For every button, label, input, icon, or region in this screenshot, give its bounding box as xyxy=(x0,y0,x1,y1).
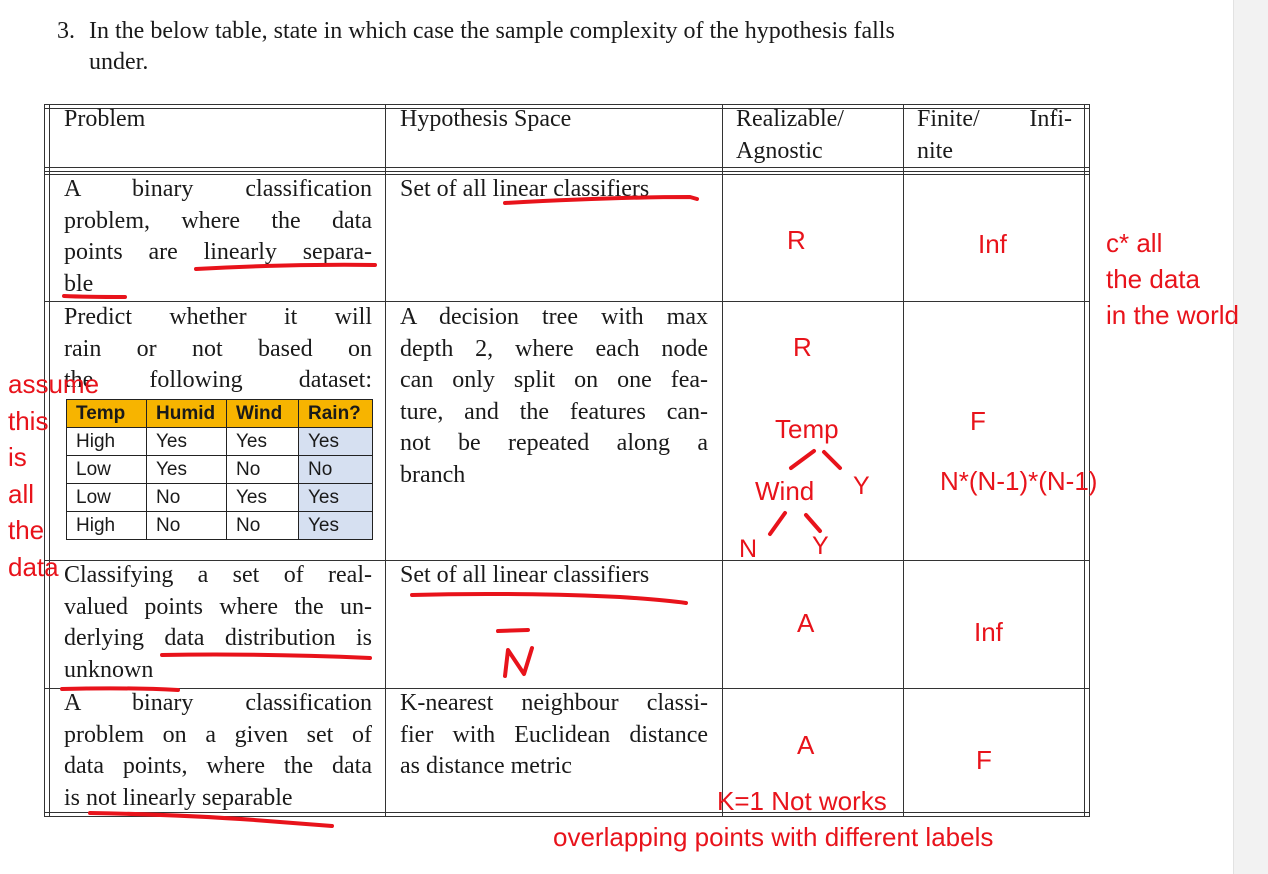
header-realizable: Realizable/ Agnostic xyxy=(736,104,844,167)
dataset-row: Low No Yes Yes xyxy=(66,483,373,512)
row3-problem-l1: Classifying a set of real- xyxy=(64,562,372,588)
header-finite-line2: nite xyxy=(917,137,953,164)
row2-problem-l2: rain or not based on xyxy=(64,335,372,362)
header-problem: Problem xyxy=(64,106,146,132)
dataset-header-wind: Wind xyxy=(226,399,299,428)
dataset-cell: Yes xyxy=(226,427,299,456)
header-hypothesis: Hypothesis Space xyxy=(400,106,572,132)
question-line-2: under. xyxy=(89,49,149,75)
dataset-cell: No xyxy=(146,511,227,540)
row4-problem: A binary classification problem on a giv… xyxy=(64,688,372,814)
left-note-l5: the xyxy=(8,515,45,545)
dataset-cell-label: No xyxy=(298,455,373,484)
dataset-cell: Yes xyxy=(146,455,227,484)
side-note-l2: the data xyxy=(1106,264,1200,294)
row3-hypothesis: Set of all linear classifiers xyxy=(400,560,649,592)
row2-hypothesis-l2: depth 2, where each node xyxy=(400,335,708,362)
header-finite-a: Finite/ xyxy=(917,106,980,132)
dataset-cell-label: Yes xyxy=(298,483,373,512)
tree-child-label: Wind xyxy=(755,476,815,506)
weather-dataset-table: Temp Humid Wind Rain? High Yes Yes Yes L… xyxy=(66,399,373,540)
dataset-row: High Yes Yes Yes xyxy=(66,427,373,456)
left-note-l1: assume xyxy=(8,369,100,399)
header-realizable-line2: Agnostic xyxy=(736,137,823,164)
question-text: 3. In the below table, state in which cas… xyxy=(57,16,1087,78)
row1-problem-l4: ble xyxy=(64,270,94,297)
dataset-cell: Yes xyxy=(226,483,299,512)
row4-answer-realizable: A xyxy=(797,730,815,760)
dataset-header-rain: Rain? xyxy=(298,399,373,428)
side-note-l3: in the world xyxy=(1106,300,1239,330)
left-note-l3: is xyxy=(8,442,27,472)
row4-hypothesis: K-nearest neighbour classi- fier with Eu… xyxy=(400,688,708,783)
row1-hypothesis: Set of all linear classifiers xyxy=(400,174,649,206)
row1-problem-l1: A binary classification xyxy=(64,176,372,202)
row2-hypothesis-l6: branch xyxy=(400,461,466,488)
row2-problem-l1: Predict whether it will xyxy=(64,304,372,330)
row1-hypothesis-l1: Set of all linear classifiers xyxy=(400,176,650,202)
tree-root-label: Temp xyxy=(775,414,839,444)
header-realizable-line1: Realizable/ xyxy=(736,106,844,132)
row4-problem-l1: A binary classification xyxy=(64,690,372,716)
question-number: 3. xyxy=(57,18,75,44)
side-note: c* all the data in the world xyxy=(1106,225,1239,333)
row4-hypothesis-l3: as distance metric xyxy=(400,753,572,779)
row2-answer-realizable: R xyxy=(793,332,812,362)
header-finite-b: Infi- xyxy=(1029,106,1072,132)
dataset-cell: No xyxy=(226,455,299,484)
row1-problem: A binary classification problem, where t… xyxy=(64,174,372,300)
dataset-header-row: Temp Humid Wind Rain? xyxy=(66,399,373,428)
question-line-1: In the below table, state in which case … xyxy=(89,18,895,44)
row3-problem-l4: unknown xyxy=(64,656,154,683)
row1-answer-realizable: R xyxy=(787,225,806,255)
tree-count-formula: N*(N-1)*(N-1) xyxy=(940,466,1098,496)
knn-note: K=1 Not works xyxy=(717,786,887,816)
overlap-note: overlapping points with different labels xyxy=(553,822,994,852)
row3-answer-finite: Inf xyxy=(974,617,1003,647)
row2-hypothesis-l3: can only split on one fea- xyxy=(400,367,708,393)
scrollbar-track[interactable] xyxy=(1233,0,1268,874)
row4-hypothesis-l1: K-nearest neighbour classi- xyxy=(400,690,708,716)
dataset-cell: No xyxy=(226,511,299,540)
header-finite: Finite/Infi- nite xyxy=(917,104,1072,167)
row2-hypothesis: A decision tree with max depth 2, where … xyxy=(400,302,708,491)
dataset-cell: No xyxy=(146,483,227,512)
row1-problem-l2: problem, where the data xyxy=(64,207,372,234)
row2-answer-finite: F xyxy=(970,406,986,436)
row1-problem-l3: points are linearly separa- xyxy=(64,239,372,265)
tree-leaf-y2-label: Y xyxy=(812,532,829,560)
dataset-row: High No No Yes xyxy=(66,511,373,540)
tree-leaf-y-label: Y xyxy=(853,472,870,500)
dataset-cell: Yes xyxy=(146,427,227,456)
row2-hypothesis-l5: not be repeated along a xyxy=(400,430,708,456)
side-note-l1: c* all xyxy=(1106,228,1163,258)
left-note-l4: all xyxy=(8,478,35,509)
row3-problem: Classifying a set of real- valued points… xyxy=(64,560,372,686)
dataset-cell-label: Yes xyxy=(298,427,373,456)
row3-problem-l3: derlying data distribution is xyxy=(64,625,372,651)
row4-answer-finite: F xyxy=(976,745,992,775)
dataset-row: Low Yes No No xyxy=(66,455,373,484)
row2-hypothesis-l1: A decision tree with max xyxy=(400,304,708,330)
row3-problem-l2: valued points where the un- xyxy=(64,593,372,620)
row3-hypothesis-l1: Set of all linear classifiers xyxy=(400,562,650,588)
left-note-l6: data xyxy=(8,551,59,582)
left-note: assume this is all the data xyxy=(8,366,99,585)
dataset-header-humid: Humid xyxy=(146,399,227,428)
left-note-l2: this xyxy=(8,405,49,436)
row4-hypothesis-l2: fier with Euclidean distance xyxy=(400,721,708,748)
row2-problem-l3: the following dataset: xyxy=(64,367,372,393)
row2-problem: Predict whether it will rain or not base… xyxy=(64,302,372,397)
dataset-cell-label: Yes xyxy=(298,511,373,540)
row1-answer-finite: Inf xyxy=(978,229,1007,259)
row4-problem-l3: data points, where the data xyxy=(64,753,372,779)
row4-problem-l2: problem on a given set of xyxy=(64,721,372,748)
row4-problem-l4: is not linearly separable xyxy=(64,784,293,811)
row2-hypothesis-l4: ture, and the features can- xyxy=(400,398,708,425)
row3-answer-realizable: A xyxy=(797,608,815,638)
tree-leaf-n-label: N xyxy=(739,535,758,563)
